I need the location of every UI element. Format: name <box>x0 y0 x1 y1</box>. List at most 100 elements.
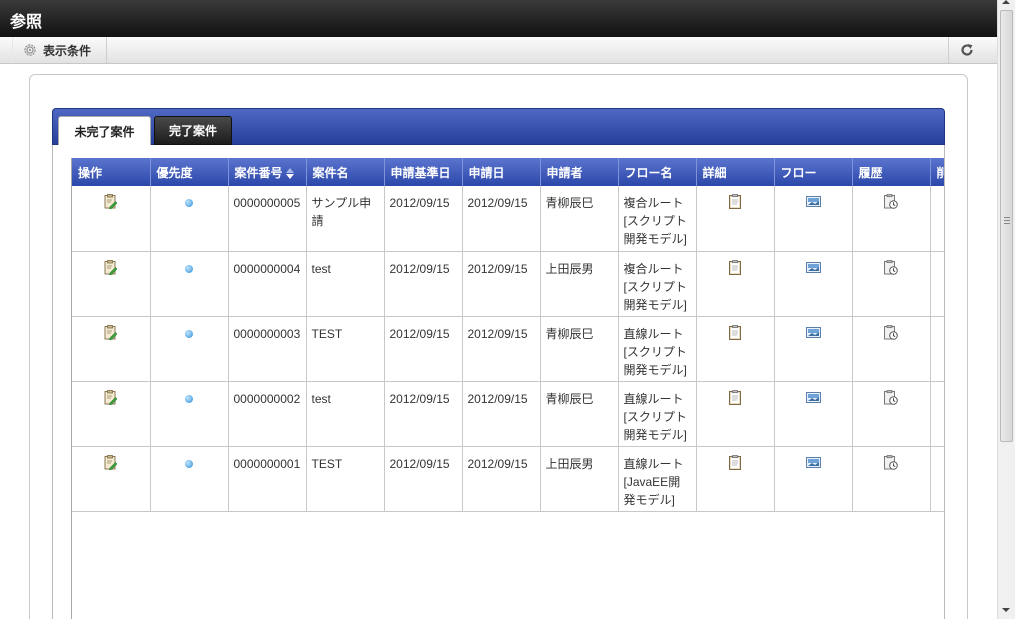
edit-icon[interactable] <box>104 389 118 405</box>
cell-case-name: TEST <box>306 316 385 382</box>
history-icon[interactable] <box>884 389 898 405</box>
cell-flow-name: 直線ルート[スクリプト開発モデル] <box>618 381 697 447</box>
history-icon[interactable] <box>884 454 898 470</box>
clipboard-icon[interactable] <box>729 324 741 340</box>
cell-detail <box>696 446 775 512</box>
table-row: 0000000003 TEST 2012/09/15 2012/09/15 青柳… <box>72 316 944 382</box>
cell-apply-date: 2012/09/15 <box>462 251 541 317</box>
cell-apply-date: 2012/09/15 <box>462 381 541 447</box>
display-conditions-button[interactable]: 表示条件 <box>12 37 107 63</box>
case-grid: 操作 優先度 案件番号 案件名 申請基準日 申請日 申請者 フロー名 詳細 フロ… <box>71 158 944 619</box>
edit-icon[interactable] <box>104 324 118 340</box>
history-icon[interactable] <box>884 324 898 340</box>
column-header-detail[interactable]: 詳細 <box>696 158 775 186</box>
cell-applicant: 青柳辰巳 <box>540 316 619 382</box>
sort-desc-icon <box>285 167 294 179</box>
tab-bar: 未完了案件 完了案件 <box>52 108 945 146</box>
cell-history <box>852 186 931 252</box>
column-header-case-name[interactable]: 案件名 <box>306 158 385 186</box>
gear-icon <box>24 44 36 56</box>
cell-case-number[interactable]: 0000000001 <box>228 446 307 512</box>
cell-applicant: 青柳辰巳 <box>540 381 619 447</box>
cell-history <box>852 316 931 382</box>
column-header-apply-date[interactable]: 申請日 <box>462 158 541 186</box>
toolbar: 表示条件 <box>0 37 997 64</box>
edit-icon[interactable] <box>104 259 118 275</box>
cell-delete <box>930 381 944 447</box>
cell-case-number[interactable]: 0000000003 <box>228 316 307 382</box>
cell-flow <box>774 316 853 382</box>
cell-history <box>852 446 931 512</box>
cell-delete <box>930 316 944 382</box>
cell-flow-name: 複合ルート[スクリプト開発モデル] <box>618 251 697 317</box>
tab-incomplete-cases[interactable]: 未完了案件 <box>58 116 151 146</box>
cell-priority <box>150 446 229 512</box>
cell-case-name: test <box>306 381 385 447</box>
column-header-flow[interactable]: フロー <box>774 158 853 186</box>
cell-case-number[interactable]: 0000000004 <box>228 251 307 317</box>
column-header-flow-name[interactable]: フロー名 <box>618 158 697 186</box>
cell-history <box>852 251 931 317</box>
history-icon[interactable] <box>884 194 898 209</box>
column-header-operation[interactable]: 操作 <box>72 158 151 186</box>
table-row: 0000000004 test 2012/09/15 2012/09/15 上田… <box>72 251 944 317</box>
table-row: 0000000005 サンプル申請 2012/09/15 2012/09/15 … <box>72 186 944 252</box>
cell-flow <box>774 381 853 447</box>
cell-base-date: 2012/09/15 <box>384 251 463 317</box>
clipboard-icon[interactable] <box>729 194 741 209</box>
cell-base-date: 2012/09/15 <box>384 316 463 382</box>
case-table: 操作 優先度 案件番号 案件名 申請基準日 申請日 申請者 フロー名 詳細 フロ… <box>72 158 944 512</box>
cell-apply-date: 2012/09/15 <box>462 446 541 512</box>
vertical-scrollbar[interactable] <box>997 0 1015 619</box>
cell-detail <box>696 186 775 252</box>
scroll-up-arrow-icon[interactable] <box>1002 0 1010 4</box>
column-header-delete[interactable]: 削 <box>930 158 944 186</box>
tab-completed-cases[interactable]: 完了案件 <box>154 116 232 145</box>
cell-operation <box>72 186 151 252</box>
scrollbar-grip-icon <box>1004 217 1010 224</box>
clipboard-icon[interactable] <box>729 389 741 405</box>
scroll-down-arrow-icon[interactable] <box>1002 608 1010 612</box>
table-row: 0000000001 TEST 2012/09/15 2012/09/15 上田… <box>72 446 944 512</box>
column-header-applicant[interactable]: 申請者 <box>540 158 619 186</box>
cell-case-number[interactable]: 0000000002 <box>228 381 307 447</box>
cell-priority <box>150 381 229 447</box>
column-header-history[interactable]: 履歴 <box>852 158 931 186</box>
cell-operation <box>72 316 151 382</box>
cell-flow <box>774 186 853 252</box>
priority-dot-icon <box>185 329 193 338</box>
window-title: 参照 <box>10 12 43 31</box>
cell-base-date: 2012/09/15 <box>384 446 463 512</box>
cell-applicant: 上田辰男 <box>540 446 619 512</box>
refresh-button[interactable] <box>948 37 985 63</box>
edit-icon[interactable] <box>104 454 118 470</box>
clipboard-icon[interactable] <box>729 454 741 470</box>
cell-priority <box>150 316 229 382</box>
cell-case-name: サンプル申請 <box>306 186 385 252</box>
clipboard-icon[interactable] <box>729 259 741 275</box>
scrollbar-thumb[interactable] <box>1000 10 1013 442</box>
flow-image-icon[interactable] <box>805 456 821 468</box>
cell-operation <box>72 446 151 512</box>
flow-image-icon[interactable] <box>805 391 821 403</box>
history-icon[interactable] <box>884 259 898 275</box>
refresh-icon <box>961 44 973 56</box>
edit-icon[interactable] <box>104 194 118 209</box>
cell-applicant: 青柳辰巳 <box>540 186 619 252</box>
cell-delete <box>930 446 944 512</box>
column-header-case-number[interactable]: 案件番号 <box>228 158 307 186</box>
cell-delete <box>930 186 944 252</box>
cell-base-date: 2012/09/15 <box>384 186 463 252</box>
column-header-priority[interactable]: 優先度 <box>150 158 229 186</box>
cell-detail <box>696 381 775 447</box>
cell-case-name: TEST <box>306 446 385 512</box>
flow-image-icon[interactable] <box>805 326 821 338</box>
column-header-base-date[interactable]: 申請基準日 <box>384 158 463 186</box>
cell-case-number[interactable]: 0000000005 <box>228 186 307 252</box>
flow-image-icon[interactable] <box>805 196 821 207</box>
flow-image-icon[interactable] <box>805 261 821 273</box>
column-header-case-number-label: 案件番号 <box>234 165 283 180</box>
cell-priority <box>150 186 229 252</box>
tab-content: 操作 優先度 案件番号 案件名 申請基準日 申請日 申請者 フロー名 詳細 フロ… <box>52 145 945 619</box>
window-title-bar: 参照 <box>0 0 997 37</box>
